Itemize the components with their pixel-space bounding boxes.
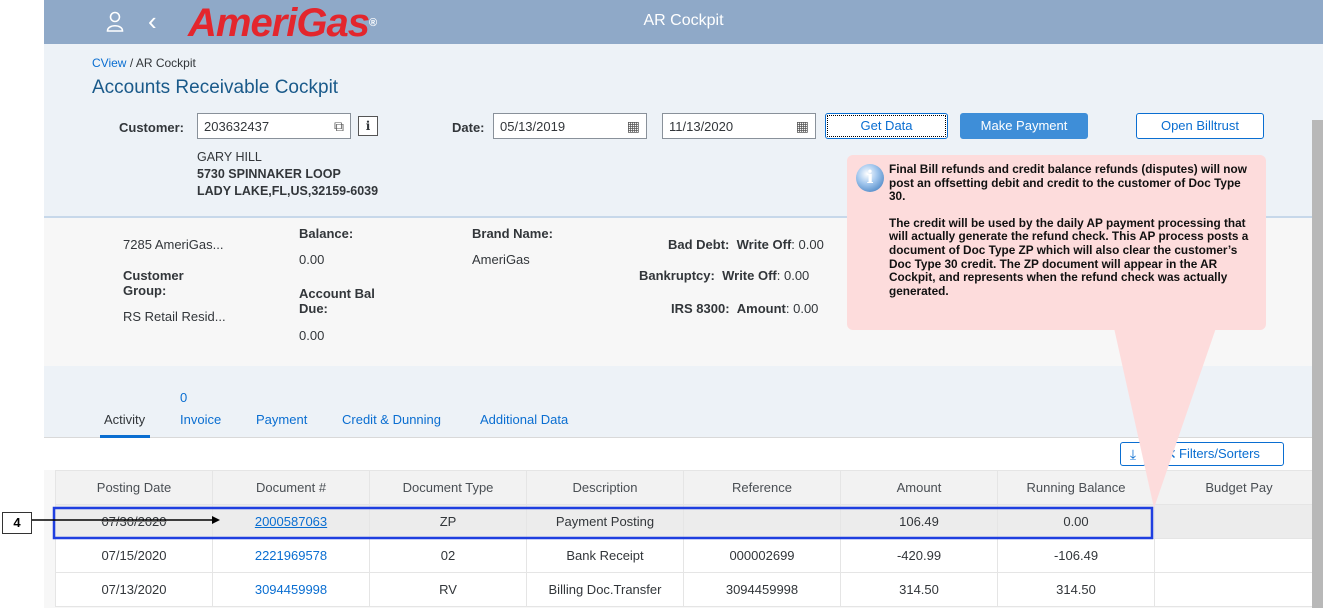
callout-paragraph: The credit will be used by the daily AP …: [889, 215, 1249, 298]
callout-note: i Final Bill refunds and credit balance …: [847, 155, 1266, 330]
scrollbar[interactable]: [1312, 120, 1323, 608]
callout-paragraph: Final Bill refunds and credit balance re…: [889, 162, 1247, 204]
step-number-badge: 4: [2, 512, 32, 534]
info-icon: i: [856, 164, 884, 192]
step-arrow: [32, 516, 220, 524]
callout-text: Final Bill refunds and credit balance re…: [889, 162, 1259, 311]
callout-tail: [1114, 328, 1216, 508]
app: ‹ AmeriGas® AR Cockpit CView / AR Cockpi…: [44, 0, 1323, 608]
